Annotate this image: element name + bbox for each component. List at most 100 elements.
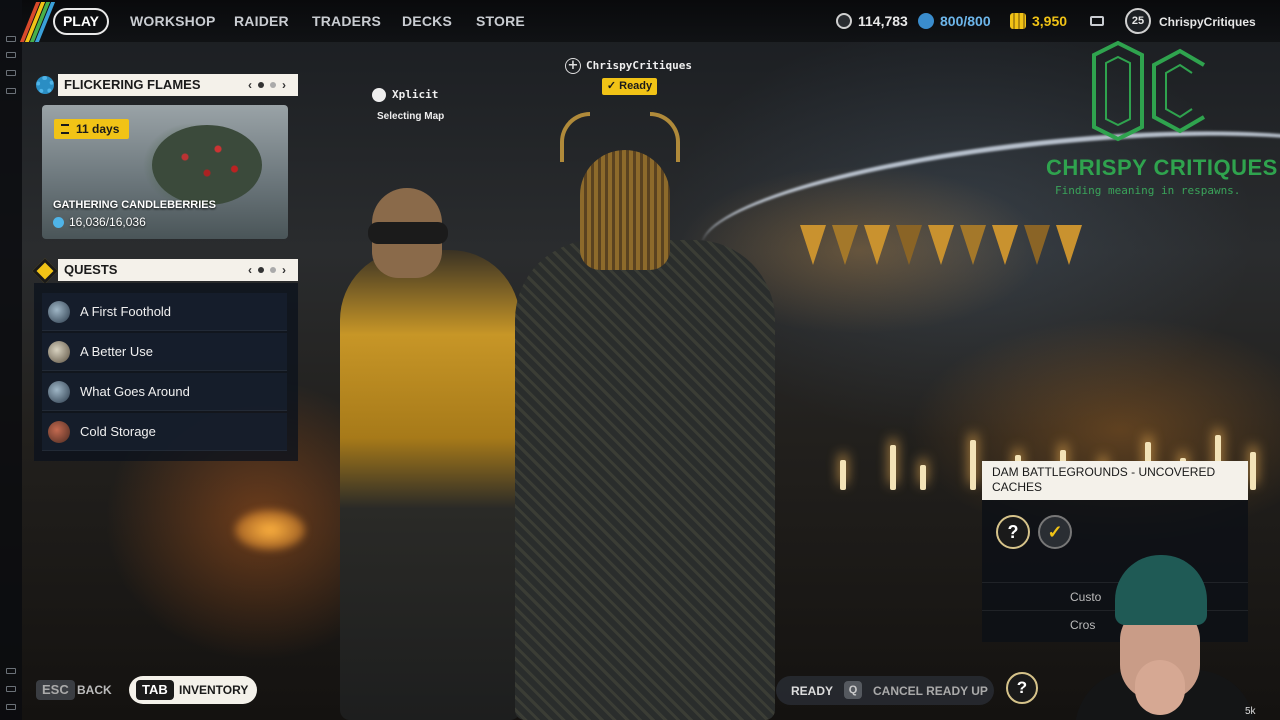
raider-character-1: [340, 250, 520, 720]
quest-giver-icon: [48, 380, 70, 403]
event-header-title: FLICKERING FLAMES: [64, 77, 201, 92]
chevron-right-icon[interactable]: ›: [282, 259, 286, 281]
q-key-hint[interactable]: Q: [844, 681, 862, 699]
quest-item[interactable]: What Goes Around: [42, 373, 287, 411]
credit-icon: [918, 13, 934, 29]
back-button[interactable]: BACK: [77, 683, 112, 697]
nav-play-tab[interactable]: PLAY: [53, 8, 109, 35]
credits-value: 800/800: [940, 13, 991, 29]
streamer-logo: OC: [1092, 40, 1206, 142]
campfire: [235, 510, 305, 550]
player-level-badge[interactable]: 25: [1125, 8, 1151, 34]
event-progress-value: 16,036/16,036: [69, 215, 146, 229]
chevron-left-icon[interactable]: ‹: [248, 259, 252, 281]
tickets-value: 3,950: [1032, 13, 1068, 29]
ready-status-text: Ready: [619, 80, 653, 92]
page-dot-active[interactable]: [258, 82, 264, 88]
event-name: GATHERING CANDLEBERRIES: [53, 199, 216, 211]
quests-panel: A First Foothold A Better Use What Goes …: [34, 283, 298, 461]
event-card[interactable]: 11 days GATHERING CANDLEBERRIES 16,036/1…: [42, 105, 288, 239]
nav-store-tab[interactable]: STORE: [476, 13, 525, 29]
quest-giver-icon: [48, 420, 70, 443]
quest-label: Cold Storage: [80, 424, 156, 439]
candleberry-bush-image: [152, 125, 262, 205]
event-timer-badge: 11 days: [54, 119, 130, 139]
tab-key-hint[interactable]: TAB: [136, 680, 174, 700]
map-card-title[interactable]: DAM BATTLEGROUNDS - UNCOVERED CACHES: [982, 461, 1248, 500]
logo-text: OC: [1149, 94, 1151, 96]
tickets-counter: 3,950: [1010, 13, 1067, 29]
crown-icon: [372, 88, 386, 102]
antler-left: [560, 112, 590, 162]
event-panel-header: FLICKERING FLAMES ‹ ›: [58, 74, 298, 96]
hourglass-icon: [61, 124, 69, 134]
streamer-webcam: [1065, 550, 1265, 720]
quests-header-title: QUESTS: [64, 262, 118, 277]
add-party-icon[interactable]: +: [565, 58, 581, 74]
event-progress: 16,036/16,036: [53, 215, 146, 229]
quest-label: A Better Use: [80, 344, 153, 359]
coins-value: 114,783: [858, 13, 908, 29]
credits-counter: 800/800: [918, 13, 991, 29]
check-icon: ✓: [606, 80, 620, 92]
nav-traders-tab[interactable]: TRADERS: [312, 13, 381, 29]
side-rail: [0, 0, 22, 720]
coins-counter: 114,783: [836, 13, 908, 29]
nav-decks-tab[interactable]: DECKS: [402, 13, 452, 29]
quest-label: A First Foothold: [80, 304, 172, 319]
page-dot[interactable]: [270, 82, 276, 88]
antler-right: [650, 112, 680, 162]
party-member-2[interactable]: + ChrispyCritiques: [565, 58, 692, 74]
nav-workshop-tab[interactable]: WORKSHOP: [130, 13, 216, 29]
quest-giver-icon: [48, 340, 70, 363]
ready-label: READY: [791, 684, 834, 698]
quest-label: What Goes Around: [80, 384, 190, 399]
rail-icon[interactable]: [6, 70, 16, 76]
raider-character-2: [515, 240, 775, 720]
page-dot[interactable]: [270, 267, 276, 273]
streamer-tagline: Finding meaning in respawns.: [1055, 184, 1241, 197]
quests-pager: ‹ ›: [248, 259, 286, 281]
ticket-icon: [1010, 13, 1026, 29]
page-dot-active[interactable]: [258, 267, 264, 273]
game-logo: [19, 2, 56, 42]
inventory-label[interactable]: INVENTORY: [179, 683, 248, 697]
rail-icon[interactable]: [6, 88, 16, 94]
mail-icon[interactable]: [1090, 16, 1104, 26]
ready-status-badge: ✓ Ready: [602, 78, 657, 95]
webcam-hand: [1135, 660, 1185, 715]
rail-icon[interactable]: [6, 36, 16, 42]
quest-item[interactable]: Cold Storage: [42, 413, 287, 451]
cancel-ready-up-button[interactable]: CANCEL READY UP: [873, 684, 988, 698]
gear-icon: [36, 76, 54, 94]
quests-panel-header: QUESTS ‹ ›: [58, 259, 298, 281]
webcam-beanie: [1115, 555, 1207, 625]
loadout-slot-unknown[interactable]: ?: [996, 515, 1030, 549]
nav-raider-tab[interactable]: RAIDER: [234, 13, 289, 29]
quest-item[interactable]: A Better Use: [42, 333, 287, 371]
event-timer-text: 11 days: [76, 122, 120, 136]
streamer-title: CHRISPY CRITIQUES: [1046, 155, 1278, 180]
loadout-slot-ready[interactable]: ✓: [1038, 515, 1072, 549]
rail-icon[interactable]: [6, 686, 16, 692]
rail-icon[interactable]: [6, 704, 16, 710]
party-member-1[interactable]: Xplicit: [372, 88, 438, 102]
esc-key-hint[interactable]: ESC: [36, 680, 75, 700]
raider-character-1-goggles: [368, 222, 448, 244]
raider-character-2-head: [580, 150, 670, 270]
player-username[interactable]: ChrispyCritiques: [1159, 15, 1256, 29]
quest-giver-icon: [48, 300, 70, 323]
quest-item[interactable]: A First Foothold: [42, 293, 287, 331]
party-member-2-name: ChrispyCritiques: [586, 59, 692, 72]
viewer-count: 5k: [1245, 706, 1256, 717]
chevron-right-icon[interactable]: ›: [282, 74, 286, 96]
rail-icon[interactable]: [6, 52, 16, 58]
party-member-1-name: Xplicit: [392, 88, 439, 101]
rail-icon[interactable]: [6, 668, 16, 674]
coin-icon: [836, 13, 852, 29]
chevron-left-icon[interactable]: ‹: [248, 74, 252, 96]
event-pager: ‹ ›: [248, 74, 286, 96]
party-member-1-status: Selecting Map: [377, 111, 445, 122]
loadout-slot-unknown[interactable]: ?: [1006, 672, 1038, 704]
bunting-flags: [800, 225, 1100, 285]
